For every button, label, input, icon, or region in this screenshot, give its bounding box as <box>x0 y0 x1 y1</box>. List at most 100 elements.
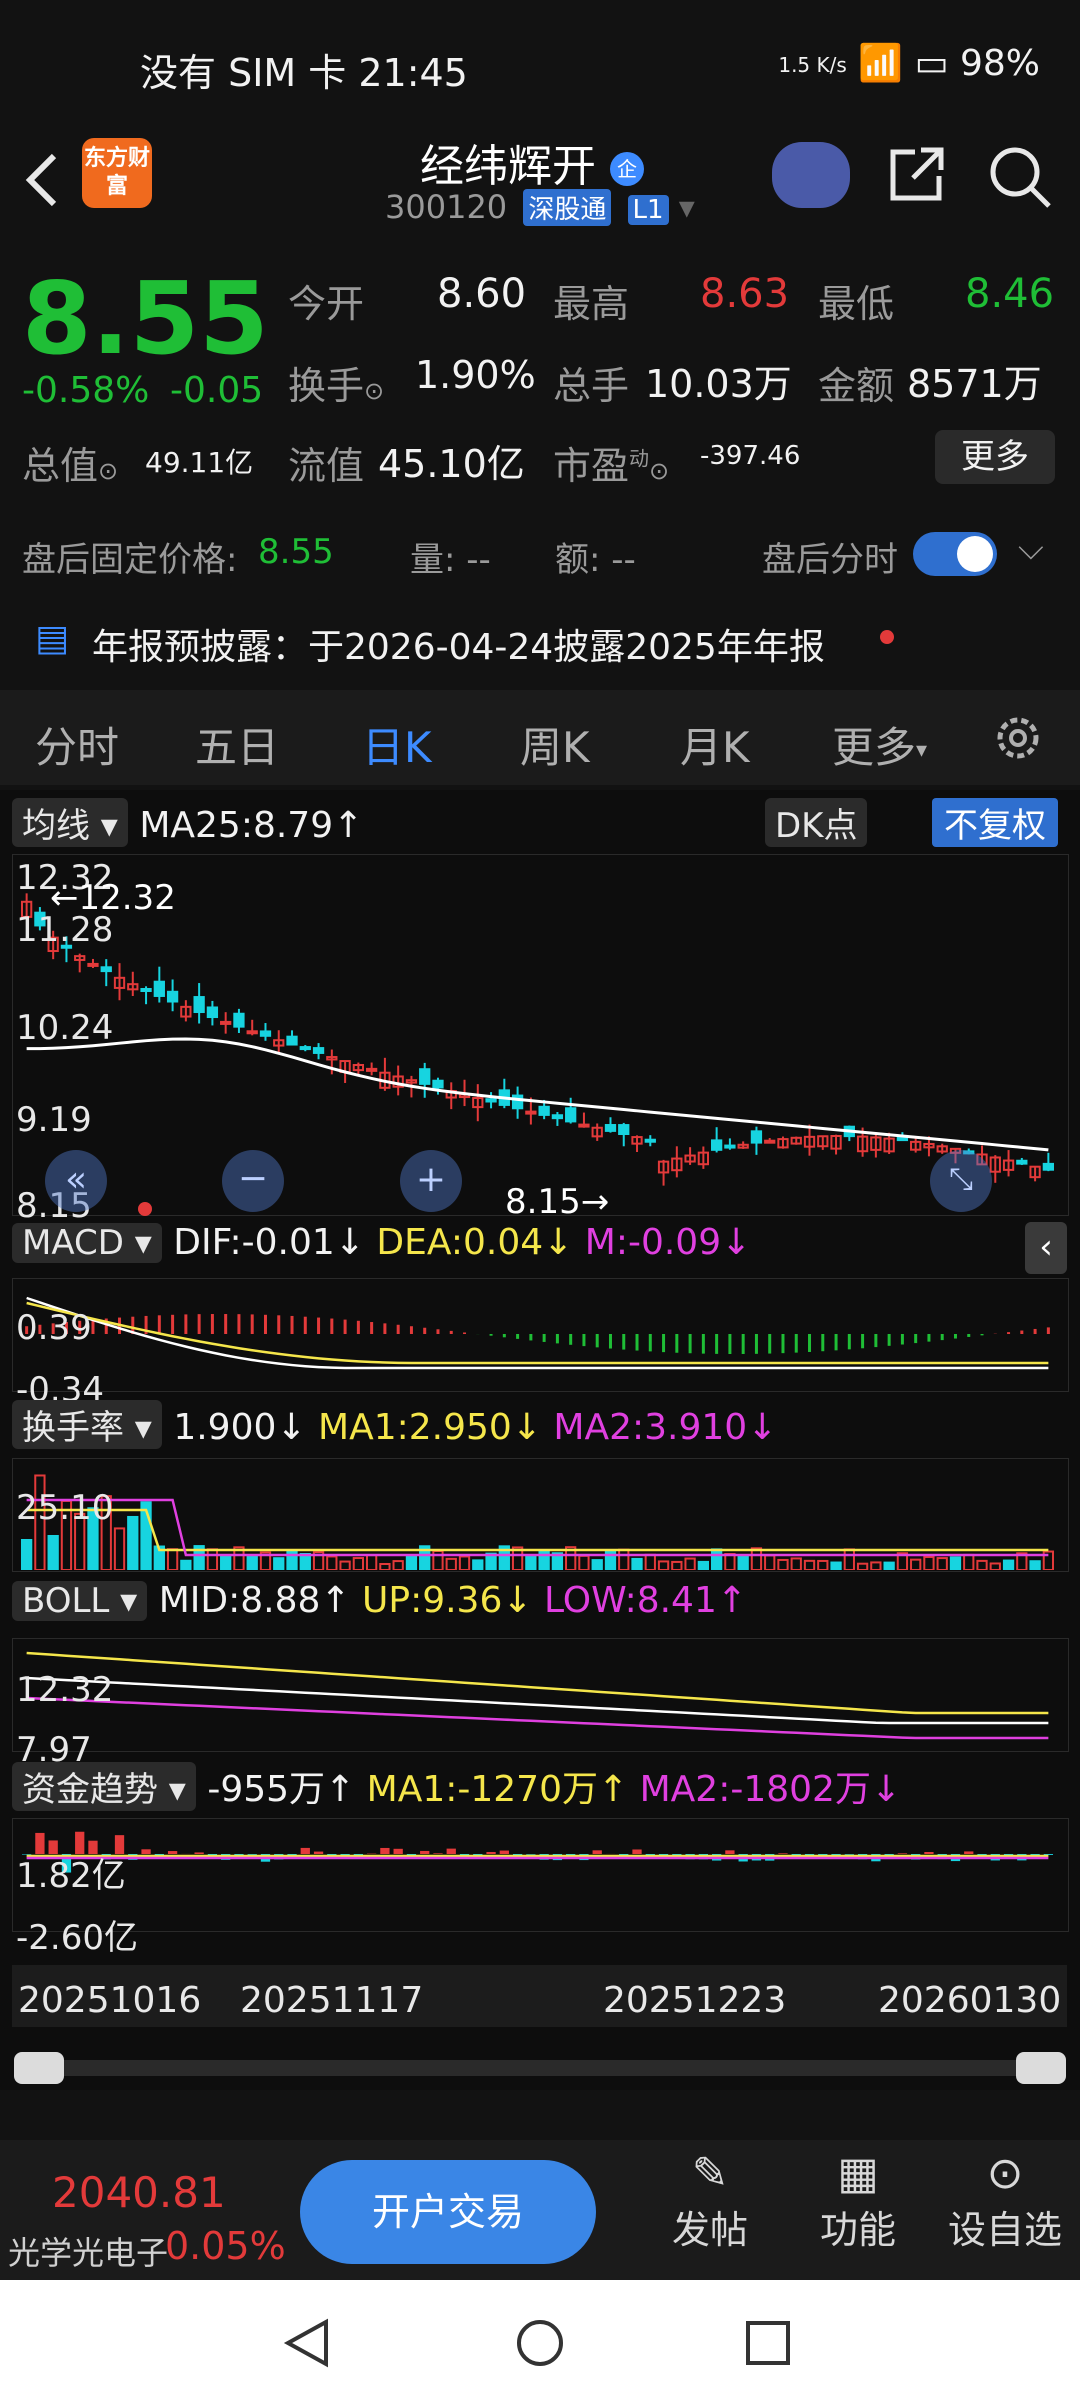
index-value[interactable]: 2040.81 <box>52 2168 226 2217</box>
range-scrollbar[interactable] <box>14 2060 1064 2076</box>
scroll-left-button[interactable]: « <box>45 1150 107 1212</box>
enterprise-icon: 企 <box>610 152 644 186</box>
turnover-bar <box>405 1555 418 1570</box>
fund-bar <box>420 1850 430 1854</box>
fund-y-top: 1.82亿 <box>16 1856 126 1896</box>
turnover-bar <box>963 1553 975 1570</box>
zoom-out-button[interactable]: − <box>222 1150 284 1212</box>
turnover-bar <box>127 1515 139 1570</box>
tab-monthly-k[interactable]: 月K <box>680 714 750 775</box>
nav-back-icon[interactable] <box>282 2318 332 2368</box>
candle-body <box>299 1046 311 1051</box>
turnover-bar <box>790 1557 802 1570</box>
fund-bar <box>486 1851 496 1854</box>
candle-body <box>1016 1159 1028 1165</box>
after-hours-toggle[interactable] <box>913 532 997 576</box>
share-icon[interactable] <box>885 142 949 206</box>
chevron-down-icon[interactable]: ⌵ <box>1018 528 1044 568</box>
mktcap-value: 49.11亿 <box>145 446 254 479</box>
annual-report-notice[interactable]: ▤ 年报预披露：于2026-04-24披露2025年年报 <box>0 600 1080 680</box>
turnover-bar <box>47 1534 59 1570</box>
turnover-bar <box>1002 1559 1015 1570</box>
tab-more[interactable]: 更多▾ <box>832 714 927 775</box>
fund-bar <box>167 1851 178 1854</box>
tab-daily-k[interactable]: 日K <box>362 714 432 797</box>
chevron-down-icon[interactable]: ▾ <box>679 188 695 226</box>
turnover-bar <box>976 1559 988 1570</box>
tab-weekly-k[interactable]: 周K <box>520 714 590 775</box>
turnover-bar <box>949 1556 962 1570</box>
robot-assistant-icon[interactable] <box>772 142 850 208</box>
function-button[interactable]: ▦ 功能 <box>798 2148 918 2254</box>
search-icon[interactable] <box>985 142 1055 212</box>
turnover-bar <box>365 1554 378 1570</box>
dk-point-button[interactable]: DK点 <box>765 798 868 847</box>
fund-bar <box>592 1850 602 1854</box>
info-icon[interactable]: ⊙ <box>649 457 669 485</box>
app-logo[interactable]: 东方财富 <box>82 138 152 208</box>
notice-text: 年报预披露：于2026-04-24披露2025年年报 <box>92 627 825 668</box>
status-bar: 没有 SIM 卡 21:45 1.5 K/s 📶 ▭ 98% <box>0 0 1080 130</box>
kline-chart-area[interactable]: 均线 ▾ MA25:8.79↑ DK点 不复权 12.32 11.28 10.2… <box>0 790 1080 2090</box>
fullscreen-button[interactable]: ⤡ <box>930 1150 992 1212</box>
low-label: 最低 <box>818 282 895 326</box>
fund-ma2: MA2:-1802万↓ <box>639 1769 902 1810</box>
function-label: 功能 <box>819 2208 896 2252</box>
back-icon[interactable] <box>22 150 62 210</box>
zoom-in-button[interactable]: + <box>400 1150 462 1212</box>
more-button[interactable]: 更多 <box>935 430 1055 484</box>
candle-body <box>286 1035 298 1046</box>
nav-home-icon[interactable] <box>515 2318 565 2368</box>
turnover-bar <box>657 1560 670 1570</box>
macd-y-top: 0.39 <box>16 1308 92 1348</box>
ma-selector[interactable]: 均线 ▾ <box>12 798 128 847</box>
macd-legend: MACD ▾ DIF:-0.01↓ DEA:0.04↓ M:-0.09↓ <box>12 1222 751 1263</box>
adjust-mode-button[interactable]: 不复权 <box>932 798 1058 847</box>
turnover-selector[interactable]: 换手率 ▾ <box>12 1400 162 1449</box>
candle-body <box>233 1012 245 1028</box>
macd-selector[interactable]: MACD ▾ <box>12 1223 162 1263</box>
y-label-2: 10.24 <box>16 1008 114 1048</box>
turnover-bar <box>843 1548 855 1570</box>
macd-dea: DEA:0.04↓ <box>376 1222 574 1263</box>
boll-mid: MID:8.88↑ <box>158 1580 351 1621</box>
candle-body <box>166 990 179 1003</box>
post-button[interactable]: ✎ 发帖 <box>650 2148 770 2254</box>
fund-bar <box>300 1847 310 1854</box>
fund-selector[interactable]: 资金趋势 ▾ <box>12 1762 196 1811</box>
boll-mid-line <box>26 1676 1049 1725</box>
float-label: 流值 <box>288 444 365 488</box>
nav-recents-icon[interactable] <box>745 2320 791 2366</box>
candle-body <box>206 1006 219 1019</box>
turnover-bar <box>883 1561 895 1570</box>
candle-body <box>750 1130 763 1144</box>
open-account-trade-button[interactable]: 开户交易 <box>300 2160 596 2264</box>
fund-v: -955万↑ <box>207 1769 356 1810</box>
fund-bar <box>499 1850 509 1854</box>
settings-gear-icon[interactable] <box>990 710 1046 766</box>
turnover-bar <box>339 1560 351 1570</box>
info-icon[interactable]: ⊙ <box>98 457 118 485</box>
fund-y-bottom: -2.60亿 <box>16 1918 138 1958</box>
range-handle-left[interactable] <box>14 2052 64 2084</box>
pe-label: 市盈动⊙ <box>553 435 669 490</box>
bottom-bar: 2040.81 光学光电子 0.05% 开户交易 ✎ 发帖 ▦ 功能 ⊙ 设自选 <box>0 2140 1080 2280</box>
candle-body <box>724 1144 736 1149</box>
turnover-bar <box>458 1555 471 1570</box>
tab-intraday[interactable]: 分时 <box>35 714 119 775</box>
fund-bar <box>247 1854 257 1855</box>
stock-code-text: 300120 <box>385 188 508 226</box>
boll-selector[interactable]: BOLL ▾ <box>12 1581 148 1621</box>
turnover-legend: 换手率 ▾ 1.900↓ MA1:2.950↓ MA2:3.910↓ <box>12 1400 777 1449</box>
info-icon[interactable]: ⊙ <box>364 377 384 405</box>
dif-line <box>26 1296 1049 1370</box>
add-watchlist-button[interactable]: ⊙ 设自选 <box>945 2148 1065 2254</box>
tab-five-day[interactable]: 五日 <box>195 714 279 775</box>
min-price-note: 8.15→ <box>505 1182 610 1222</box>
status-time: 没有 SIM 卡 21:45 <box>140 51 468 95</box>
fund-plot <box>21 1831 1054 1873</box>
range-handle-right[interactable] <box>1016 2052 1066 2084</box>
collapse-panel-button[interactable]: ‹ <box>1025 1222 1067 1274</box>
open-label: 今开 <box>288 282 365 326</box>
event-marker[interactable] <box>138 1202 152 1216</box>
